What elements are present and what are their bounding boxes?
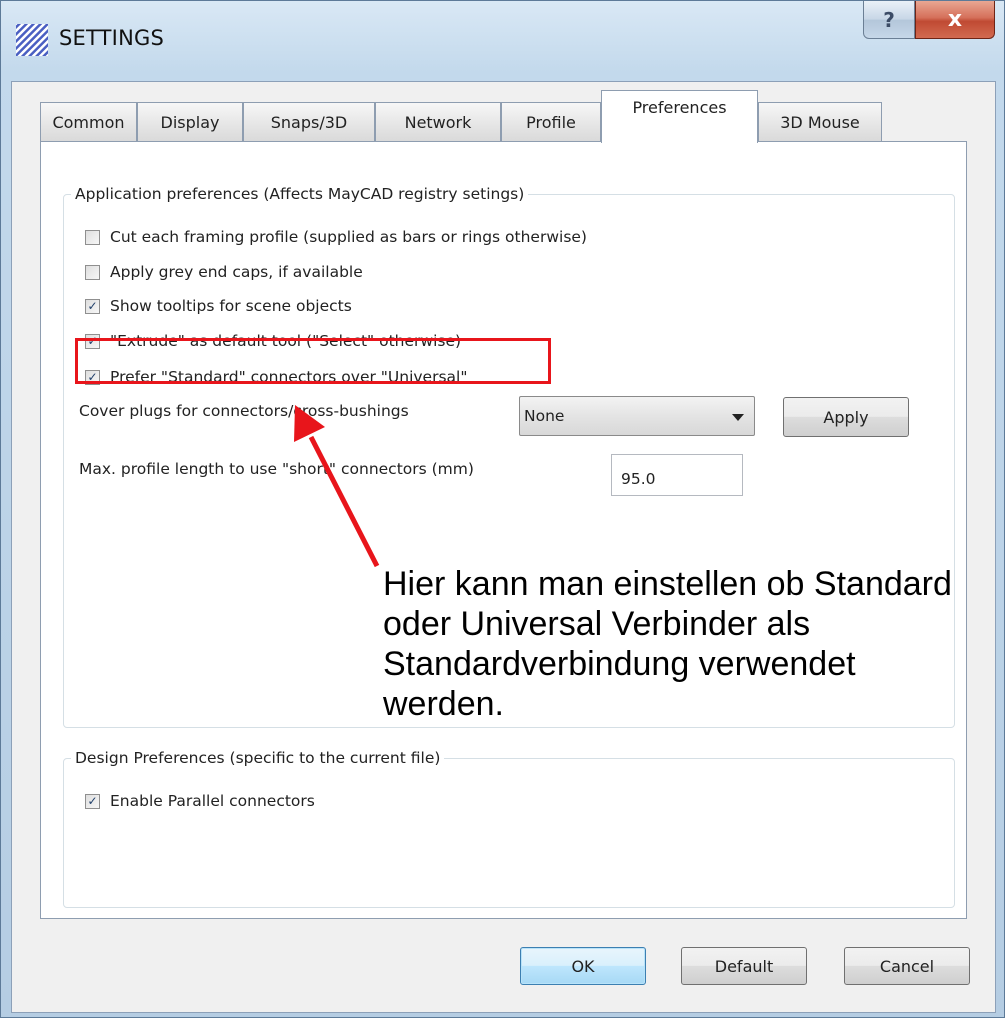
- max-length-label: Max. profile length to use "short" conne…: [79, 460, 474, 478]
- tab-preferences[interactable]: Preferences: [601, 90, 758, 143]
- apply-button[interactable]: Apply: [783, 397, 909, 437]
- default-button[interactable]: Default: [681, 947, 807, 985]
- cancel-button[interactable]: Cancel: [844, 947, 970, 985]
- tab-display[interactable]: Display: [137, 102, 243, 142]
- checkbox-label: Cut each framing profile (supplied as ba…: [110, 228, 587, 246]
- application-preferences-title: Application preferences (Affects MayCAD …: [71, 185, 529, 203]
- title-bar[interactable]: SETTINGS ? x: [1, 1, 1004, 81]
- checkbox-row-show-tooltips[interactable]: ✓ Show tooltips for scene objects: [85, 295, 352, 317]
- max-length-input[interactable]: 95.0: [611, 454, 743, 496]
- tab-network[interactable]: Network: [375, 102, 501, 142]
- cover-plugs-label: Cover plugs for connectors/cross-bushing…: [79, 402, 409, 420]
- close-button[interactable]: x: [915, 1, 995, 39]
- max-length-value: 95.0: [621, 470, 656, 488]
- checkbox-cut-framing[interactable]: [85, 229, 100, 245]
- app-icon: [16, 24, 48, 56]
- window-title: SETTINGS: [59, 26, 164, 50]
- tab-3d-mouse[interactable]: 3D Mouse: [758, 102, 882, 142]
- checkbox-row-parallel-connectors[interactable]: ✓ Enable Parallel connectors: [85, 790, 315, 812]
- design-preferences-title: Design Preferences (specific to the curr…: [71, 749, 445, 767]
- checkbox-row-cut-framing[interactable]: Cut each framing profile (supplied as ba…: [85, 226, 587, 248]
- tab-common[interactable]: Common: [40, 102, 137, 142]
- dialog-client-area: Common Display Snaps/3D Network Profile …: [11, 81, 996, 1013]
- design-preferences-group: [63, 758, 955, 908]
- annotation-highlight-box: [75, 338, 551, 384]
- checkbox-parallel-connectors[interactable]: ✓: [85, 793, 100, 809]
- checkbox-label: Apply grey end caps, if available: [110, 263, 363, 281]
- chevron-down-icon: [732, 414, 744, 421]
- checkbox-label: Show tooltips for scene objects: [110, 297, 352, 315]
- checkbox-grey-end-caps[interactable]: [85, 264, 100, 280]
- ok-button[interactable]: OK: [520, 947, 646, 985]
- preferences-panel: Application preferences (Affects MayCAD …: [40, 141, 967, 919]
- checkbox-row-grey-end-caps[interactable]: Apply grey end caps, if available: [85, 261, 363, 283]
- cover-plugs-dropdown[interactable]: None: [519, 396, 755, 436]
- cover-plugs-value: None: [524, 407, 565, 425]
- checkbox-show-tooltips[interactable]: ✓: [85, 298, 100, 314]
- tab-snaps-3d[interactable]: Snaps/3D: [243, 102, 375, 142]
- tab-profile[interactable]: Profile: [501, 102, 601, 142]
- help-button[interactable]: ?: [863, 1, 915, 39]
- checkbox-label: Enable Parallel connectors: [110, 792, 315, 810]
- annotation-text: Hier kann man einstellen ob Standard ode…: [383, 565, 952, 723]
- settings-window: SETTINGS ? x Common Display Snaps/3D Net…: [0, 0, 1005, 1018]
